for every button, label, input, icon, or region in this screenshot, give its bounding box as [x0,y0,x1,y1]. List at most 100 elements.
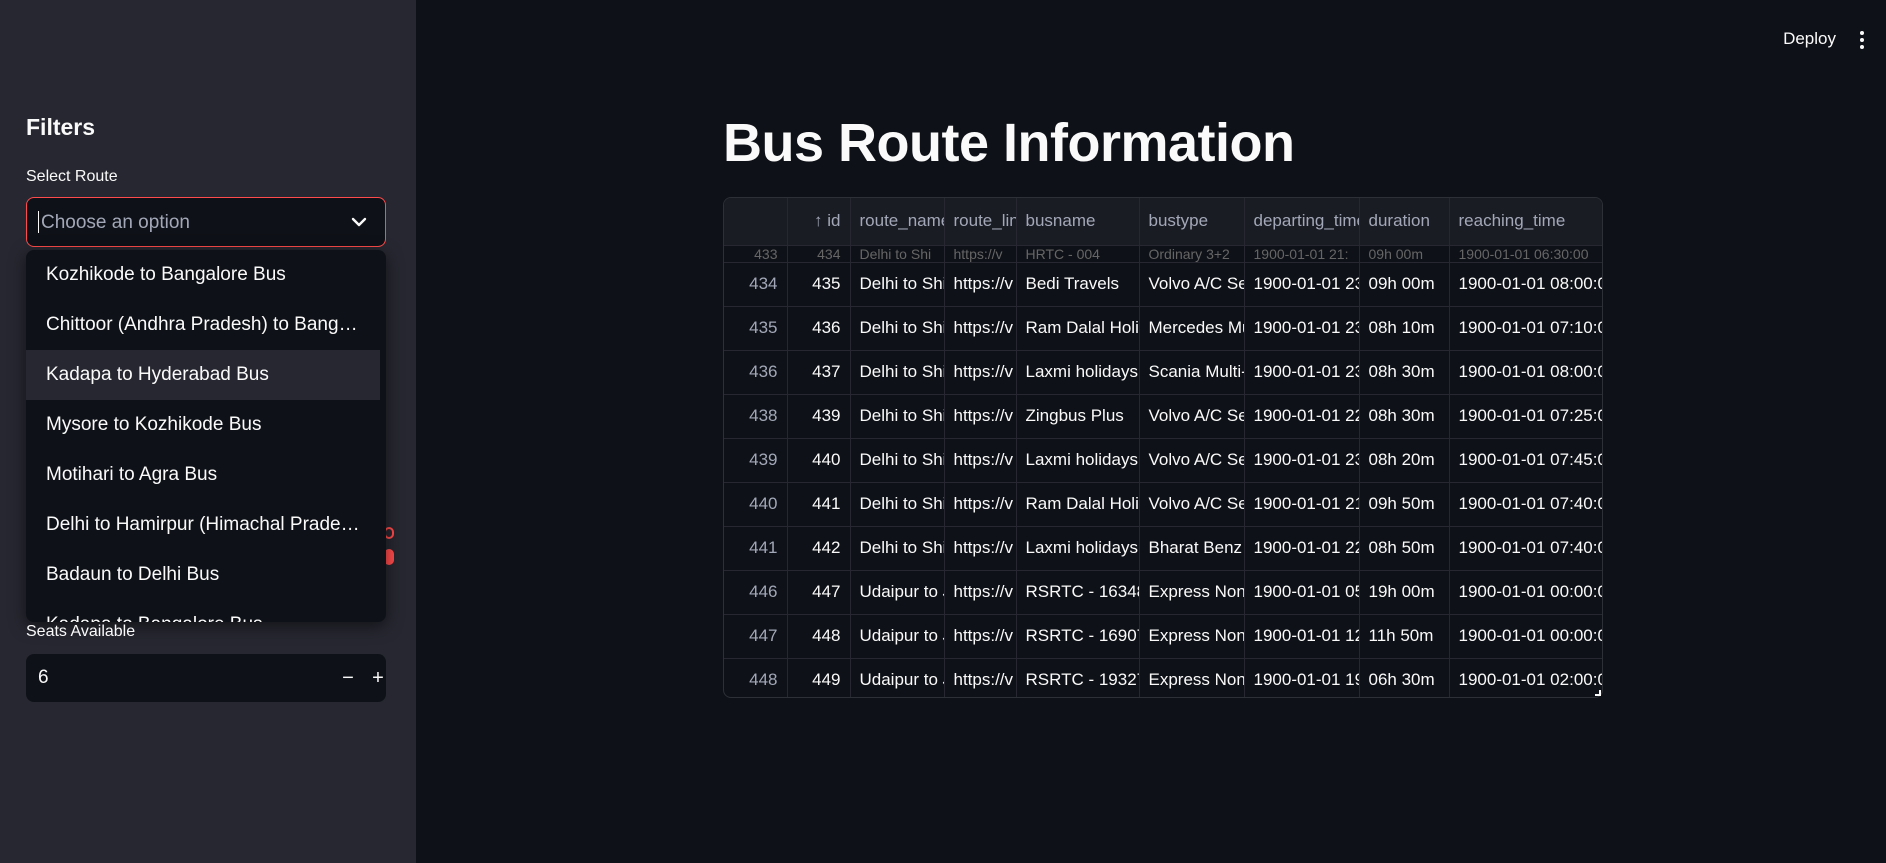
table-cell: Delhi to Shi [850,394,945,439]
table-cell: Udaipur to J [850,570,945,615]
chevron-down-icon[interactable] [347,210,371,234]
route-option[interactable]: Kadapa to Bangalore Bus [26,600,386,622]
table-row[interactable]: 435 436 Delhi to Shi https://v Ram Dalal… [724,306,1602,351]
table-cell: Ram Dalal Holid [1016,306,1140,351]
table-cell: Scania Multi- [1139,350,1245,395]
table-cell: 1900-01-01 02:00:00 [1449,658,1602,697]
table-row[interactable]: 438 439 Delhi to Shi https://v Zingbus P… [724,394,1602,439]
select-route-label: Select Route [26,168,118,185]
table-cell: 09h 00m [1359,262,1450,307]
table-cell: 1900-01-01 12: [1244,614,1360,659]
table-cell: Udaipur to J [850,614,945,659]
table-cell: Express Non A [1139,614,1245,659]
table-cell: HRTC - 004 [1016,245,1140,263]
column-header-route-link[interactable]: route_link [944,198,1017,246]
page-title: Bus Route Information [723,113,1295,173]
column-header-bustype[interactable]: bustype [1139,198,1245,246]
route-option-label: Delhi to Hamirpur (Himachal Pradesh) Bus [46,514,362,535]
table-cell: 437 [787,350,851,395]
table-cell: 434 [724,262,788,307]
decrement-button[interactable]: − [332,662,364,694]
table-cell: https://v [944,350,1017,395]
seats-available-label: Seats Available [26,623,136,640]
column-header-id[interactable]: ↑ id [787,198,851,246]
data-table[interactable]: ↑ id route_name route_link busname busty… [723,197,1603,698]
table-row[interactable]: 448 449 Udaipur to J https://v RSRTC - 1… [724,658,1602,697]
deploy-button[interactable]: Deploy [1783,29,1836,49]
table-cell: 441 [787,482,851,527]
table-cell: 439 [787,394,851,439]
table-resize-handle[interactable] [1595,690,1601,696]
table-row[interactable]: 446 447 Udaipur to J https://v RSRTC - 1… [724,570,1602,615]
table-row[interactable]: 440 441 Delhi to Shi https://v Ram Dalal… [724,482,1602,527]
table-row[interactable]: 436 437 Delhi to Shi https://v Laxmi hol… [724,350,1602,395]
route-select[interactable]: Choose an option [26,197,386,247]
table-cell: 440 [787,438,851,483]
table-cell: 08h 10m [1359,306,1450,351]
route-option-label: Mysore to Kozhikode Bus [46,414,262,435]
table-row[interactable]: 441 442 Delhi to Shi https://v Laxmi hol… [724,526,1602,571]
table-cell: https://v [944,394,1017,439]
table-cell: https://v [944,526,1017,571]
table-cell: Udaipur to J [850,658,945,697]
table-cell: RSRTC - 193271 [1016,658,1140,697]
route-option[interactable]: Kozhikode to Bangalore Bus [26,250,386,300]
table-cell: 447 [787,570,851,615]
table-cell: Delhi to Shi [850,482,945,527]
table-cell: Delhi to Shi [850,306,945,351]
table-cell: 1900-01-01 22: [1244,526,1360,571]
table-row[interactable]: 434 435 Delhi to Shi https://v Bedi Trav… [724,262,1602,307]
table-cell: https://v [944,658,1017,697]
table-cell: Delhi to Shi [850,262,945,307]
table-cell: https://v [944,306,1017,351]
route-option[interactable]: Chittoor (Andhra Pradesh) to Bangalore B… [26,300,386,350]
table-cell: 440 [724,482,788,527]
column-header-route-name[interactable]: route_name [850,198,945,246]
text-caret [38,211,39,233]
column-header-reaching-time[interactable]: reaching_time [1449,198,1602,246]
seats-value[interactable]: 6 [38,667,49,689]
table-cell: 438 [724,394,788,439]
column-header-duration[interactable]: duration [1359,198,1450,246]
table-cell: 1900-01-01 19: [1244,658,1360,697]
route-option[interactable]: Badaun to Delhi Bus [26,550,386,600]
table-cell: 1900-01-01 21: [1244,245,1360,263]
table-cell: Volvo A/C Ser [1139,482,1245,527]
table-cell: 1900-01-01 07:45:00 [1449,438,1602,483]
table-cell: 08h 50m [1359,526,1450,571]
increment-button[interactable]: + [362,662,394,694]
table-cell: 1900-01-01 23: [1244,306,1360,351]
route-select-placeholder: Choose an option [41,212,190,233]
table-row[interactable]: 439 440 Delhi to Shi https://v Laxmi hol… [724,438,1602,483]
table-cell: 1900-01-01 07:40:00 [1449,526,1602,571]
table-cell: Laxmi holidays [1016,526,1140,571]
table-cell: RSRTC - 169076 [1016,614,1140,659]
table-row[interactable]: 447 448 Udaipur to J https://v RSRTC - 1… [724,614,1602,659]
route-option-label: Badaun to Delhi Bus [46,564,220,585]
table-cell: 1900-01-01 06:30:00 [1449,245,1602,263]
table-cell: Zingbus Plus [1016,394,1140,439]
table-cell: https://v [944,262,1017,307]
table-cell: 436 [724,350,788,395]
table-cell: https://v [944,438,1017,483]
route-option[interactable]: Motihari to Agra Bus [26,450,386,500]
table-cell: 19h 00m [1359,570,1450,615]
table-cell: 1900-01-01 23: [1244,350,1360,395]
route-option-highlighted[interactable]: Kadapa to Hyderabad Bus [26,350,380,400]
table-row-partial[interactable]: 433 434 Delhi to Shi https://v HRTC - 00… [724,245,1602,263]
route-option[interactable]: Mysore to Kozhikode Bus [26,400,386,450]
table-cell: https://v [944,570,1017,615]
table-cell: 09h 00m [1359,245,1450,263]
column-header-busname[interactable]: busname [1016,198,1140,246]
column-header-departing-time[interactable]: departing_time [1244,198,1360,246]
table-header-row: ↑ id route_name route_link busname busty… [724,198,1602,246]
table-cell: 435 [724,306,788,351]
route-option-label: Kadapa to Bangalore Bus [46,614,263,622]
table-cell: 08h 20m [1359,438,1450,483]
route-option[interactable]: Delhi to Hamirpur (Himachal Pradesh) Bus [26,500,386,550]
seats-stepper[interactable]: 6 − + [26,654,386,702]
route-option-label: Kozhikode to Bangalore Bus [46,264,286,285]
route-dropdown-list[interactable]: Kozhikode to Bangalore Bus Chittoor (And… [26,250,386,622]
table-cell: 434 [787,245,851,263]
kebab-menu-icon[interactable] [1852,28,1872,52]
